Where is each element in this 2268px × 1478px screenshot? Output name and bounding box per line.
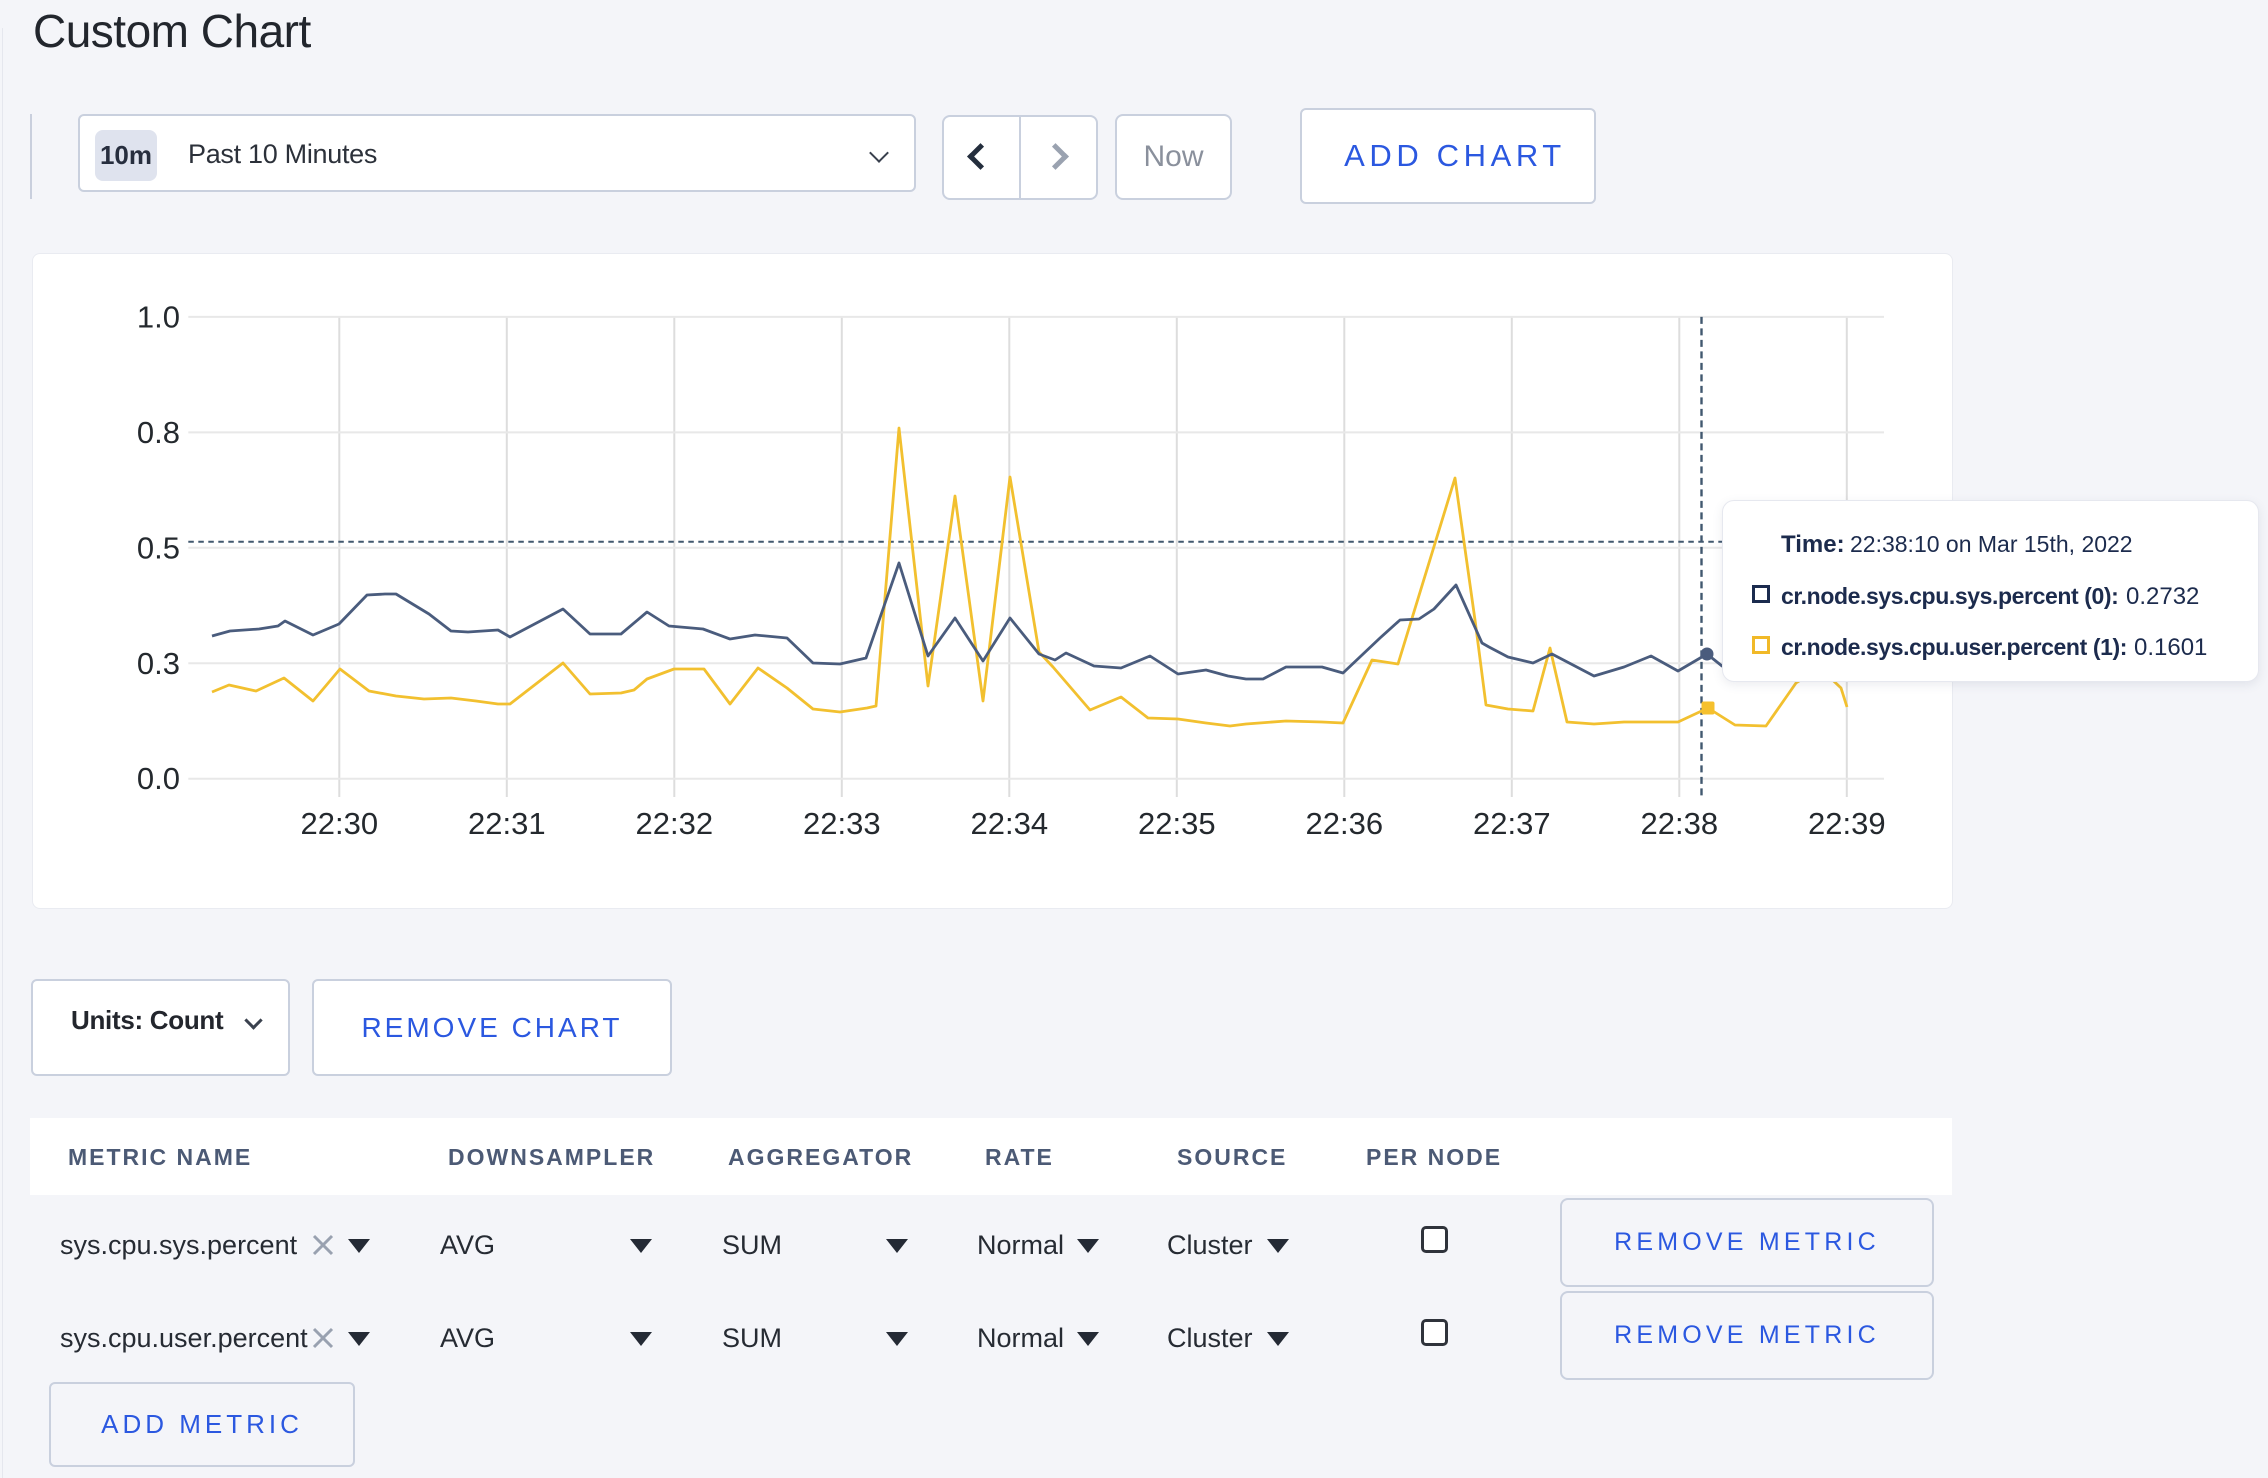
svg-text:22:37: 22:37 bbox=[1473, 806, 1551, 841]
svg-text:22:36: 22:36 bbox=[1306, 806, 1384, 841]
svg-text:0.8: 0.8 bbox=[137, 415, 180, 450]
svg-text:22:34: 22:34 bbox=[971, 806, 1049, 841]
svg-text:22:30: 22:30 bbox=[301, 806, 379, 841]
svg-text:0.5: 0.5 bbox=[137, 530, 180, 565]
svg-text:22:38: 22:38 bbox=[1641, 806, 1719, 841]
svg-text:22:39: 22:39 bbox=[1808, 806, 1886, 841]
svg-text:22:31: 22:31 bbox=[468, 806, 546, 841]
svg-text:1.0: 1.0 bbox=[137, 299, 180, 334]
svg-text:0.3: 0.3 bbox=[137, 646, 180, 681]
svg-text:22:35: 22:35 bbox=[1138, 806, 1216, 841]
svg-text:22:33: 22:33 bbox=[803, 806, 881, 841]
svg-text:22:32: 22:32 bbox=[636, 806, 714, 841]
svg-text:0.0: 0.0 bbox=[137, 761, 180, 796]
